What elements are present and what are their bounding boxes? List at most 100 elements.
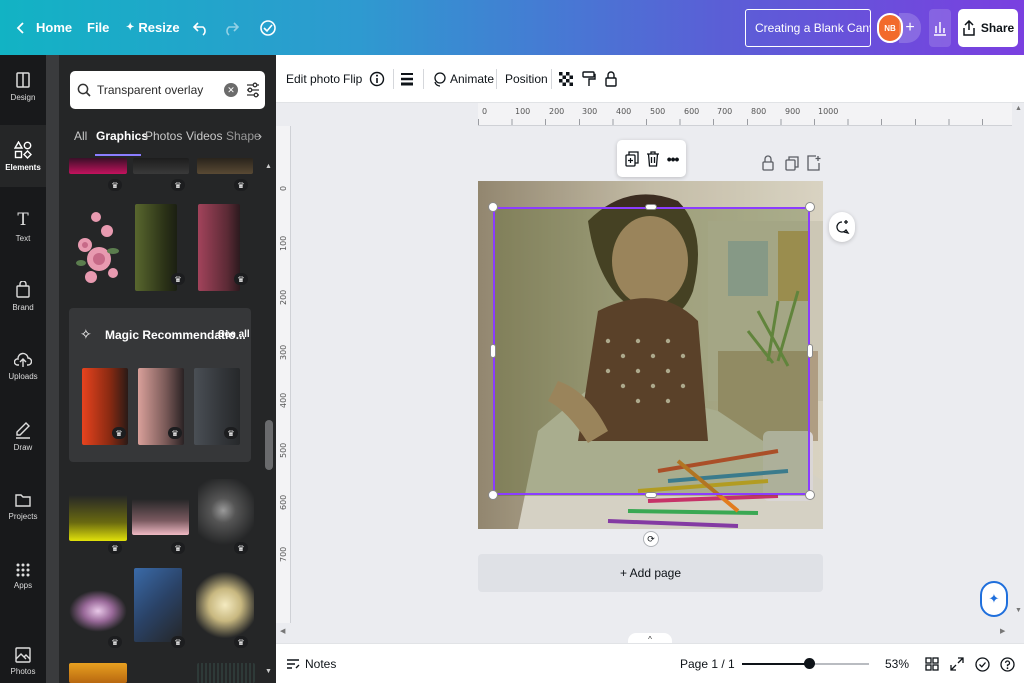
share-icon [962,20,976,36]
rail-item-draw[interactable]: Draw [0,405,46,467]
top-bar: Home File ✦ Resize Creating a Blank Canv… [0,0,1024,55]
ruler-tick: 500 [650,107,666,116]
add-page-label: + Add page [619,566,682,580]
resize-handle[interactable] [805,490,815,500]
brand-icon [15,280,31,299]
rotate-handle[interactable]: ⟳ [643,531,659,547]
graphic-item[interactable] [69,158,127,174]
tab-shapes[interactable]: Shape [226,129,261,143]
crown-icon: ♛ [112,427,126,439]
tab-graphics[interactable]: Graphics [96,129,148,143]
share-button[interactable]: Share [958,9,1018,47]
transparency-icon [559,72,573,86]
edit-photo-button[interactable]: Edit photo [286,55,340,103]
add-page-icon[interactable] [807,155,821,171]
search-input[interactable]: Transparent overlay ✕ [70,71,265,109]
toolbar-divider [496,69,497,89]
scroll-thumb[interactable] [265,420,273,470]
zoom-slider[interactable] [742,658,869,669]
tab-videos[interactable]: Videos [186,129,222,143]
redo-button[interactable] [222,0,240,55]
graphic-item[interactable] [197,158,253,174]
resize-handle[interactable] [488,202,498,212]
flip-label: Flip [343,72,363,86]
help-icon [1000,656,1015,672]
graphic-item[interactable] [197,663,255,683]
photos-icon [15,647,31,663]
panel-scrollbar[interactable]: ▲ ▼ [262,158,276,683]
insights-button[interactable] [929,9,951,47]
rail-item-uploads[interactable]: Uploads [0,335,46,397]
ruler-tick: 900 [785,107,801,116]
grid-view-button[interactable] [925,644,939,684]
graphic-item[interactable] [133,158,189,174]
canvas-scrollbar[interactable]: ▲ ▼ [1012,103,1024,623]
resize-handle[interactable] [645,492,657,498]
home-button[interactable]: Home [16,0,72,55]
help-button[interactable] [1000,644,1015,684]
scroll-down-icon[interactable]: ▼ [265,668,272,675]
see-all-link[interactable]: See all [218,329,250,340]
element-floating-toolbar: ••• [617,140,686,177]
rail-item-apps[interactable]: Apps [0,545,46,607]
graphic-item[interactable] [69,590,127,632]
ruler-tick: 700 [717,107,733,116]
resize-handle[interactable] [490,344,496,358]
resize-handle[interactable] [807,344,813,358]
rail-item-projects[interactable]: Projects [0,475,46,537]
check-button[interactable] [975,644,990,684]
check-circle-icon [975,656,990,672]
graphic-item[interactable] [69,495,127,541]
crown-icon: ♛ [108,636,122,648]
trash-icon[interactable] [646,150,660,167]
resize-handle[interactable] [645,204,657,210]
scroll-up-icon[interactable]: ▲ [265,163,272,170]
rail-item-design[interactable]: Design [0,55,46,117]
cloud-save-button[interactable] [258,0,278,55]
filter-icon[interactable] [246,82,260,98]
transparency-button[interactable] [559,55,573,103]
rail-item-brand[interactable]: Brand [0,265,46,327]
page-indicator[interactable]: Page 1 / 1 [680,644,735,684]
copy-style-button[interactable] [582,55,596,103]
add-page-button[interactable]: + Add page [478,554,823,592]
flower-graphic[interactable] [71,201,125,293]
file-menu[interactable]: File [87,0,109,55]
rail-item-photos[interactable]: Photos [0,627,46,683]
graphic-item[interactable] [69,663,127,683]
notes-button[interactable]: Notes [286,644,336,684]
flip-button[interactable]: Flip [343,55,362,103]
info-button[interactable] [369,55,385,103]
graphic-item[interactable] [196,569,254,641]
tab-all[interactable]: All [74,129,87,143]
selection-box[interactable] [493,207,810,495]
fullscreen-button[interactable] [950,644,964,684]
resize-button[interactable]: ✦ Resize [126,0,180,55]
graphic-item[interactable] [134,568,182,642]
border-style-button[interactable] [400,55,414,103]
tab-photos[interactable]: Photos [145,129,182,143]
add-collaborator-button[interactable]: + [899,13,921,43]
graphic-item[interactable] [132,499,189,535]
resize-handle[interactable] [805,202,815,212]
animate-button[interactable]: Animate [431,55,494,103]
zoom-slider-fill [742,663,809,665]
duplicate-icon[interactable] [624,150,639,167]
zoom-slider-knob[interactable] [804,658,815,669]
clear-icon[interactable]: ✕ [224,83,238,97]
design-title-input[interactable]: Creating a Blank Canvas [745,9,871,47]
magic-assistant-button[interactable]: ✦ [980,581,1008,617]
graphic-item[interactable] [198,479,254,549]
rail-item-text[interactable]: T Text [0,195,46,257]
comment-button[interactable] [829,212,855,242]
rail-item-elements[interactable]: Elements [0,125,46,187]
chevron-right-icon[interactable]: › [258,129,262,143]
zoom-level[interactable]: 53% [885,644,909,684]
duplicate-page-icon[interactable] [785,156,799,171]
more-options-icon[interactable]: ••• [667,151,680,167]
undo-button[interactable] [192,0,210,55]
position-button[interactable]: Position [505,55,548,103]
resize-handle[interactable] [488,490,498,500]
lock-page-icon[interactable] [762,155,774,171]
lock-button[interactable] [604,55,618,103]
